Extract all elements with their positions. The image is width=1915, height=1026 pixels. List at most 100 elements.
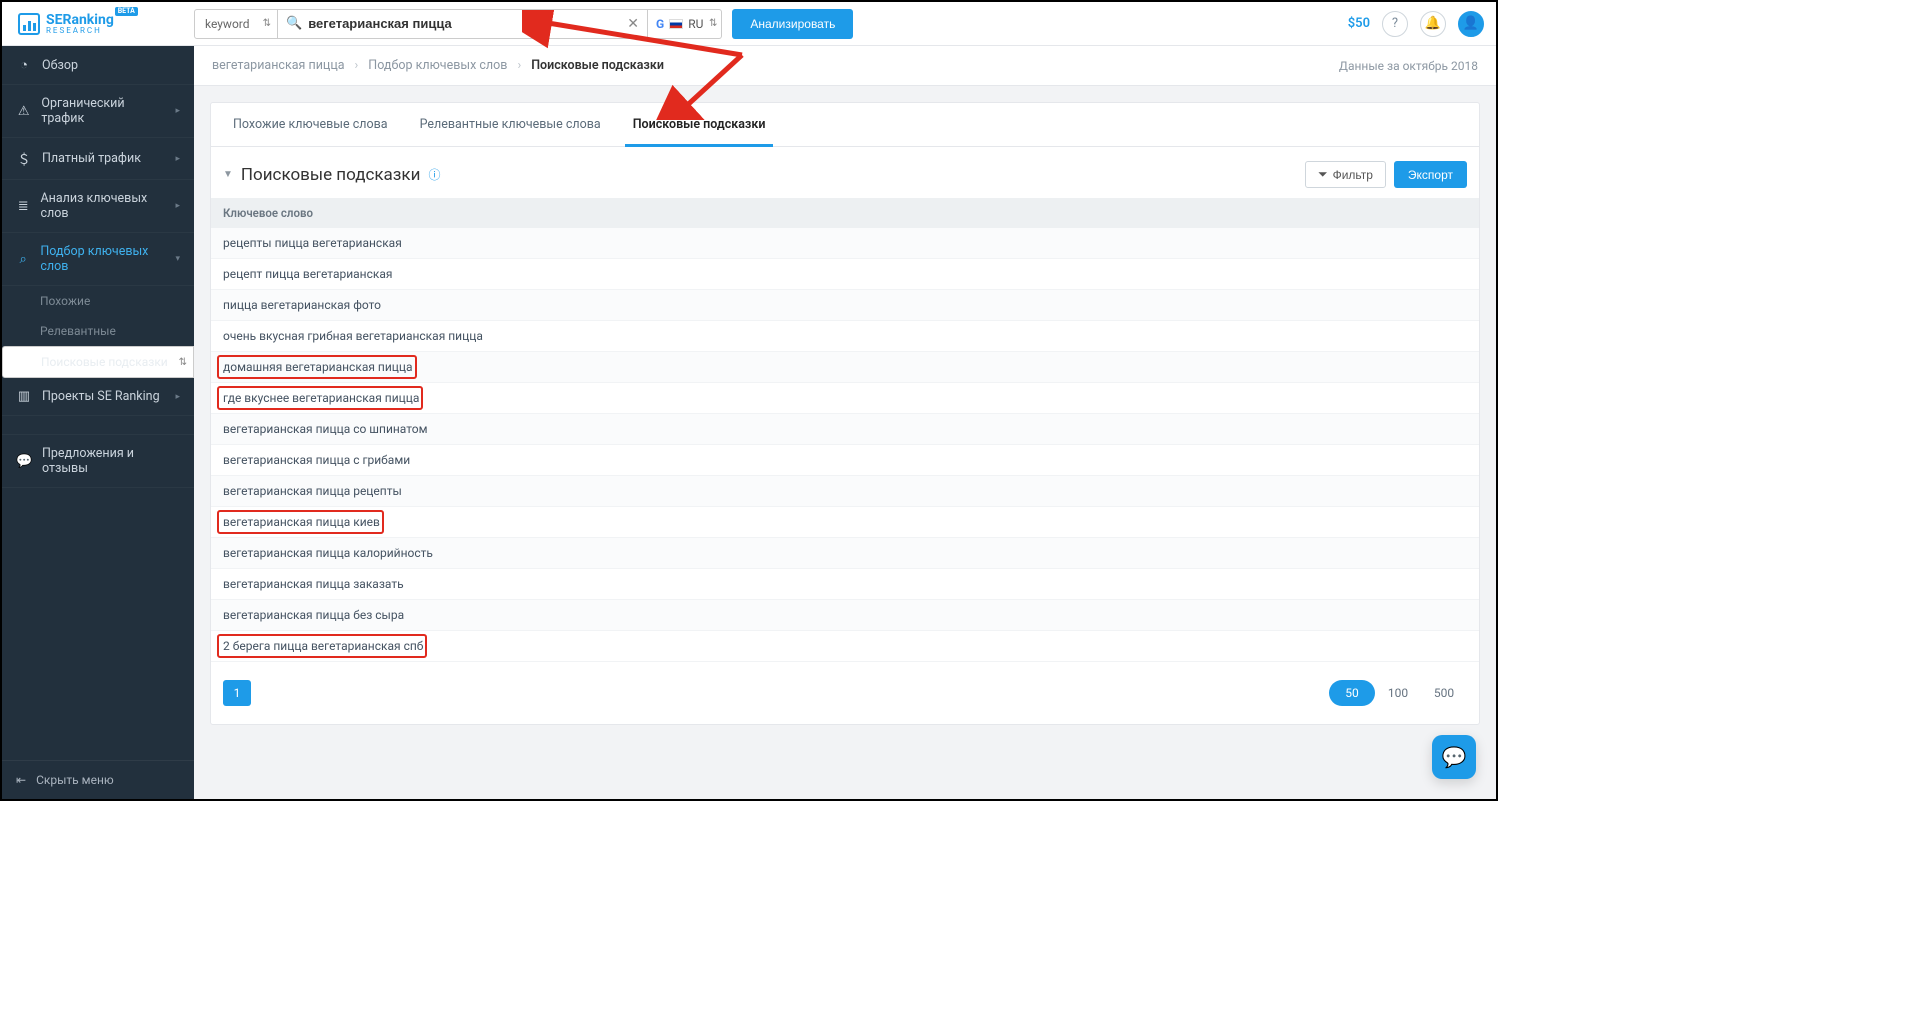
dollar-icon: ＄	[16, 149, 32, 168]
table-row[interactable]: очень вкусная грибная вегетарианская пиц…	[211, 321, 1479, 352]
keyword-text: вегетарианская пицца со шпинатом	[223, 422, 428, 436]
filter-button[interactable]: ⏷Фильтр	[1305, 161, 1386, 188]
chevron-right-icon: ›	[345, 58, 369, 73]
sidebar-item-suggest[interactable]: ⌕Подбор ключевых слов▾	[2, 233, 194, 286]
sidebar-sub-relevant[interactable]: Релевантные	[2, 316, 194, 346]
section-header: ▼ Поисковые подсказки ⓘ ⏷Фильтр Экспорт	[211, 147, 1479, 198]
section-title: Поисковые подсказки	[241, 165, 421, 185]
page-1[interactable]: 1	[223, 680, 251, 706]
analyze-button[interactable]: Анализировать	[732, 9, 853, 39]
breadcrumb: вегетарианская пицца › Подбор ключевых с…	[194, 46, 1496, 86]
table-row[interactable]: вегетарианская пицца калорийность	[211, 538, 1479, 569]
table-row[interactable]: вегетарианская пицца рецепты	[211, 476, 1479, 507]
balance[interactable]: $50	[1348, 16, 1370, 31]
keyword-text: вегетарианская пицца киев	[223, 515, 380, 529]
sidebar-nav: ◔Обзор ⚠Органический трафик▸ ＄Платный тр…	[2, 46, 194, 760]
keyword-text: пицца вегетарианская фото	[223, 298, 381, 312]
sidebar-item-projects[interactable]: ▥Проекты SE Ranking▸	[2, 378, 194, 416]
search-list-icon: ⌕	[16, 252, 30, 267]
keyword-text: 2 берега пицца вегетарианская спб	[223, 639, 423, 653]
table-row[interactable]: 2 берега пицца вегетарианская спб	[211, 631, 1479, 662]
grid-icon: ▥	[16, 389, 32, 404]
chevron-right-icon: ▸	[175, 201, 180, 211]
sidebar-item-feedback[interactable]: 💬Предложения и отзывы	[2, 434, 194, 488]
google-icon: G	[656, 17, 664, 31]
tab-relevant[interactable]: Релевантные ключевые слова	[404, 103, 617, 146]
sidebar-item-organic[interactable]: ⚠Органический трафик▸	[2, 85, 194, 138]
keyword-text: домашняя вегетарианская пицца	[223, 360, 413, 374]
export-button[interactable]: Экспорт	[1394, 161, 1467, 188]
size-500[interactable]: 500	[1421, 680, 1467, 706]
chat-icon: 💬	[16, 454, 32, 469]
main: вегетарианская пицца › Подбор ключевых с…	[194, 46, 1496, 799]
flag-ru-icon	[669, 19, 683, 29]
table-row[interactable]: вегетарианская пицца заказать	[211, 569, 1479, 600]
locale-select[interactable]: G RU	[648, 9, 722, 39]
top-right: $50 ? 🔔 👤	[1348, 11, 1484, 37]
search-icon: 🔍	[278, 16, 308, 31]
gauge-icon: ◔	[16, 57, 32, 73]
search-type-select[interactable]: keyword	[194, 9, 278, 39]
chat-bubble-icon: 💬	[1442, 745, 1467, 769]
content-card: Похожие ключевые слова Релевантные ключе…	[210, 102, 1480, 725]
logo-icon	[18, 13, 40, 35]
help-icon[interactable]: ?	[1382, 11, 1408, 37]
clear-icon[interactable]: ✕	[619, 16, 647, 32]
chevron-right-icon: ▸	[175, 392, 180, 402]
keyword-text: очень вкусная грибная вегетарианская пиц…	[223, 329, 483, 343]
warn-icon: ⚠	[16, 104, 31, 119]
table-row[interactable]: где вкуснее вегетарианская пицца	[211, 383, 1479, 414]
table-row[interactable]: вегетарианская пицца без сыра	[211, 600, 1479, 631]
table-row[interactable]: рецепты пицца вегетарианская	[211, 228, 1479, 259]
crumb-section[interactable]: Подбор ключевых слов	[368, 58, 507, 73]
info-icon[interactable]: ⓘ	[428, 166, 440, 183]
keyword-text: рецепт пицца вегетарианская	[223, 267, 392, 281]
bell-icon[interactable]: 🔔	[1420, 11, 1446, 37]
table-body: рецепты пицца вегетарианская рецепт пицца…	[211, 228, 1479, 662]
keyword-text: рецепты пицца вегетарианская	[223, 236, 402, 250]
sidebar: ◔Обзор ⚠Органический трафик▸ ＄Платный тр…	[2, 46, 194, 799]
top-bar: SERanking BETA RESEARCH keyword 🔍 ✕ G RU…	[2, 2, 1496, 46]
page-size: 50 100 500	[1329, 680, 1467, 706]
keyword-text: вегетарианская пицца калорийность	[223, 546, 433, 560]
size-50[interactable]: 50	[1329, 680, 1375, 706]
table-row[interactable]: вегетарианская пицца с грибами	[211, 445, 1479, 476]
search-input-wrap: 🔍 ✕	[278, 9, 648, 39]
collapse-toggle-icon[interactable]: ▼	[223, 169, 233, 180]
keyword-text: вегетарианская пицца без сыра	[223, 608, 404, 622]
table-row[interactable]: домашняя вегетарианская пицца	[211, 352, 1479, 383]
chevron-down-icon: ▾	[175, 254, 180, 264]
table-header-keyword[interactable]: Ключевое слово	[211, 198, 1479, 228]
search-group: keyword 🔍 ✕ G RU	[194, 9, 722, 39]
brand-text: SERanking BETA RESEARCH	[46, 13, 114, 35]
tab-similar[interactable]: Похожие ключевые слова	[217, 103, 404, 146]
table-row[interactable]: вегетарианская пицца киев	[211, 507, 1479, 538]
collapse-icon: ⇤	[16, 773, 26, 787]
chat-widget[interactable]: 💬	[1432, 735, 1476, 779]
locale-code: RU	[688, 17, 703, 31]
sidebar-sub-suggestions[interactable]: Поисковые подсказки	[2, 346, 194, 378]
tabs: Похожие ключевые слова Релевантные ключе…	[211, 103, 1479, 147]
chevron-right-icon: ›	[507, 58, 531, 73]
search-input[interactable]	[308, 10, 619, 38]
chevron-right-icon: ▸	[175, 106, 180, 116]
sidebar-item-overview[interactable]: ◔Обзор	[2, 46, 194, 85]
sidebar-sub-similar[interactable]: Похожие	[2, 286, 194, 316]
keyword-text: вегетарианская пицца с грибами	[223, 453, 410, 467]
user-icon[interactable]: 👤	[1458, 11, 1484, 37]
table-row[interactable]: пицца вегетарианская фото	[211, 290, 1479, 321]
brand-logo[interactable]: SERanking BETA RESEARCH	[2, 13, 194, 35]
tab-suggestions[interactable]: Поисковые подсказки	[617, 103, 782, 146]
table-row[interactable]: рецепт пицца вегетарианская	[211, 259, 1479, 290]
table-row[interactable]: вегетарианская пицца со шпинатом	[211, 414, 1479, 445]
chevron-right-icon: ▸	[175, 154, 180, 164]
sidebar-collapse[interactable]: ⇤Скрыть меню	[2, 760, 194, 799]
list-icon: ≣	[16, 199, 31, 214]
size-100[interactable]: 100	[1375, 680, 1421, 706]
keyword-text: вегетарианская пицца рецепты	[223, 484, 402, 498]
crumb-query[interactable]: вегетарианская пицца	[212, 58, 345, 73]
funnel-icon: ⏷	[1318, 167, 1328, 182]
sidebar-item-analysis[interactable]: ≣Анализ ключевых слов▸	[2, 180, 194, 233]
sidebar-item-paid[interactable]: ＄Платный трафик▸	[2, 138, 194, 180]
crumb-current: Поисковые подсказки	[531, 58, 664, 73]
